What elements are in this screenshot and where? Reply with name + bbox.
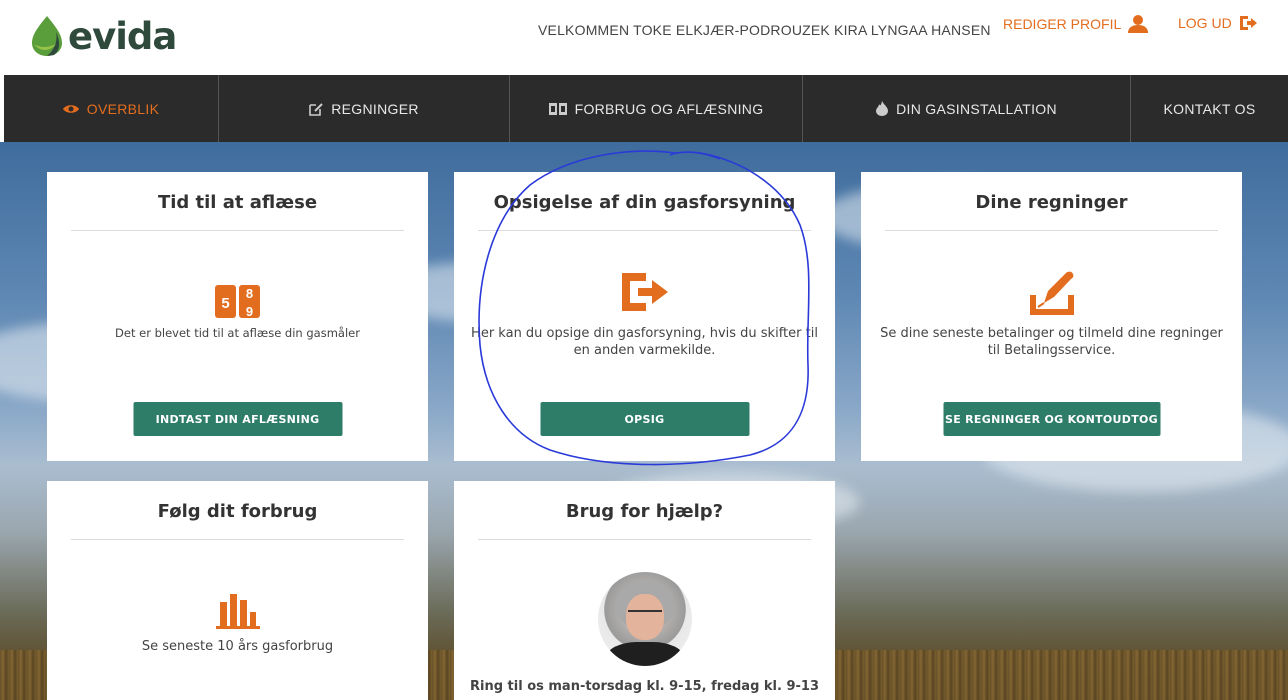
nav-label-forbrug: FORBRUG OG AFLÆSNING [574, 100, 764, 117]
nav-label-regninger: REGNINGER [331, 100, 419, 117]
card-help-text: Ring til os man-torsdag kl. 9-15, fredag… [469, 679, 820, 694]
exit-arrow-icon [621, 273, 668, 311]
user-icon [1128, 15, 1149, 33]
card-usage-title: Følg dit forbrug [157, 501, 318, 522]
meter-digits-icon: 5 8 9 [214, 285, 260, 319]
support-agent-avatar [597, 572, 692, 666]
welcome-text: VELKOMMEN TOKE ELKJÆR-PODROUZEK KIRA LYN… [538, 22, 991, 38]
edit-profile-label: REDIGER PROFIL [1003, 16, 1122, 32]
card-bills-text: Se dine seneste betalinger og tilmeld di… [861, 325, 1242, 359]
meter-digit: 5 [221, 295, 229, 312]
nav-item-regninger[interactable]: REGNINGER [219, 75, 510, 142]
main-navigation: OVERBLIK REGNINGER FORBRUG OG AFLÆSNING … [4, 75, 1288, 142]
meter-icon [548, 102, 567, 115]
top-header: evida VELKOMMEN TOKE ELKJÆR-PODROUZEK KI… [0, 0, 1288, 75]
nav-item-forbrug[interactable]: FORBRUG OG AFLÆSNING [510, 75, 803, 142]
card-help-title: Brug for hjælp? [565, 501, 724, 522]
card-divider [885, 230, 1218, 231]
card-divider [478, 230, 811, 231]
evida-logo[interactable]: evida [30, 12, 177, 60]
card-usage-text: Se seneste 10 års gasforbrug [141, 639, 334, 654]
edit-profile-link[interactable]: REDIGER PROFIL [1003, 14, 1149, 34]
see-bills-button[interactable]: SE REGNINGER OG KONTOUDTOG [943, 402, 1160, 436]
enter-reading-button[interactable]: INDTAST DIN AFLÆSNING [133, 402, 342, 436]
bar-chart-icon [215, 594, 260, 629]
logout-link[interactable]: LOG UD [1178, 14, 1258, 32]
card-divider [71, 539, 404, 540]
card-cancel-text: Her kan du opsige din gasforsyning, hvis… [454, 325, 835, 359]
nav-label-kontakt: KONTAKT OS [1163, 100, 1256, 117]
card-divider [71, 230, 404, 231]
card-reading-text: Det er blevet tid til at aflæse din gasm… [115, 326, 360, 340]
card-cancel-supply: Opsigelse af din gasforsyning Her kan du… [454, 172, 835, 461]
nav-item-gasinstallation[interactable]: DIN GASINSTALLATION [803, 75, 1131, 142]
leaf-logo-icon [32, 16, 62, 56]
card-bills-title: Dine regninger [975, 192, 1128, 213]
edit-icon [309, 102, 323, 116]
meter-digit: 9 [245, 304, 252, 319]
card-cancel-title: Opsigelse af din gasforsyning [493, 192, 796, 213]
logout-icon [1239, 16, 1257, 30]
signature-icon [1029, 271, 1074, 315]
flame-icon [876, 101, 889, 116]
card-usage: Følg dit forbrug Se seneste 10 års gasfo… [47, 481, 428, 700]
card-bills-text-line: til Betalingsservice. [987, 343, 1116, 358]
nav-label-overblik: OVERBLIK [86, 100, 160, 117]
card-bills-text-line: Se dine seneste betalinger og tilmeld di… [880, 326, 1223, 341]
nav-item-kontakt[interactable]: KONTAKT OS [1131, 75, 1288, 142]
cancel-supply-button[interactable]: OPSIG [540, 402, 749, 436]
eye-icon [62, 104, 79, 113]
card-help: Brug for hjælp? Ring til os man-torsdag … [454, 481, 835, 700]
logout-label: LOG UD [1178, 15, 1232, 31]
nav-label-gasinstallation: DIN GASINSTALLATION [896, 100, 1057, 117]
card-divider [478, 539, 811, 540]
card-cancel-text-line: en anden varmekilde. [573, 343, 716, 358]
card-bills: Dine regninger Se dine seneste betalinge… [861, 172, 1242, 461]
card-cancel-text-line: Her kan du opsige din gasforsyning, hvis… [471, 326, 818, 341]
meter-digit: 8 [245, 286, 252, 301]
card-reading-title: Tid til at aflæse [157, 192, 318, 213]
logo-text: evida [68, 14, 177, 58]
card-reading: Tid til at aflæse 5 8 9 Det er blevet ti… [47, 172, 428, 461]
nav-item-overblik[interactable]: OVERBLIK [4, 75, 219, 142]
